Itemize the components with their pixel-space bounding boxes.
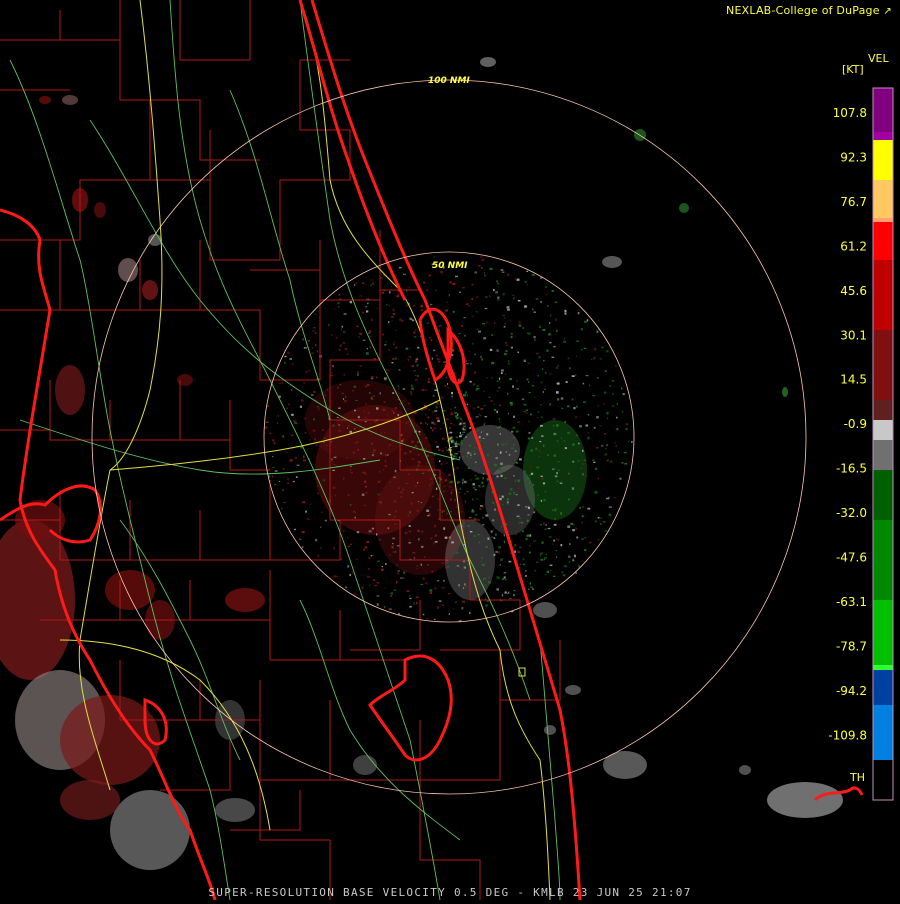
product-caption: SUPER-RESOLUTION BASE VELOCITY 0.5 DEG -… (208, 886, 692, 899)
legend-unit-name: VEL (868, 52, 889, 65)
legend-th-label: TH (850, 771, 865, 784)
external-link-icon: ↗ (883, 6, 892, 17)
legend-unit: [KT] (842, 63, 864, 76)
ring-label-50: 50 NMI (432, 261, 468, 271)
ring-label-100: 100 NMI (428, 76, 470, 86)
credit-text[interactable]: NEXLAB-College of DuPage ↗ (726, 4, 892, 17)
credit-label: NEXLAB-College of DuPage (726, 4, 880, 17)
radar-map: 100 NMI 50 NMI NEXLAB-College of DuPage … (0, 0, 900, 901)
